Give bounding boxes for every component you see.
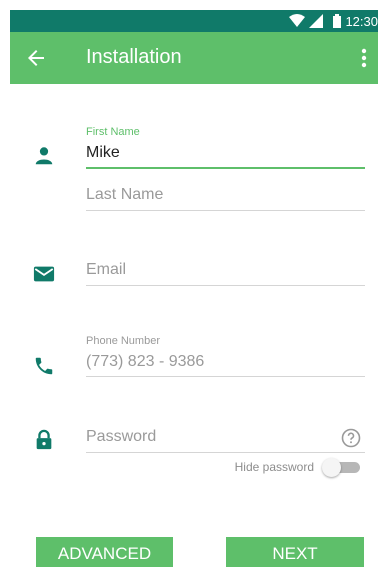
first-name-input[interactable] (86, 142, 365, 164)
email-field (86, 259, 365, 287)
wifi-icon (289, 14, 306, 27)
last-name-underline (86, 210, 365, 211)
email-icon (33, 266, 55, 282)
first-name-underline (86, 167, 365, 169)
password-input[interactable] (86, 426, 326, 448)
email-input[interactable] (86, 259, 365, 281)
hide-password-toggle[interactable] (322, 458, 360, 477)
next-button[interactable]: NEXT (226, 537, 364, 567)
status-bar: 12:30 (10, 10, 378, 32)
password-field (86, 426, 365, 454)
phone-icon (35, 357, 53, 375)
status-time: 12:30 (345, 13, 378, 29)
advanced-button[interactable]: ADVANCED (36, 537, 173, 567)
help-circle-icon[interactable] (341, 428, 361, 448)
phone-field: Phone Number (86, 335, 365, 379)
last-name-field (86, 184, 365, 212)
phone-label: Phone Number (86, 335, 160, 347)
hide-password-label: Hide password (234, 460, 314, 474)
signal-icon (309, 14, 324, 28)
password-underline (86, 452, 365, 453)
more-vert-icon[interactable] (358, 46, 370, 70)
page-title: Installation (86, 46, 182, 68)
email-underline (86, 285, 365, 286)
first-name-label: First Name (86, 126, 140, 138)
first-name-field: First Name (86, 126, 365, 170)
lock-icon (36, 429, 52, 450)
phone-input[interactable] (86, 351, 365, 373)
app-bar: Installation (10, 32, 378, 84)
status-icons: 12:30 (289, 10, 378, 32)
arrow-back-icon[interactable] (24, 46, 48, 70)
last-name-input[interactable] (86, 184, 365, 206)
toggle-thumb (322, 458, 341, 477)
phone-underline (86, 376, 365, 377)
battery-icon (333, 14, 342, 28)
person-icon (35, 147, 53, 165)
